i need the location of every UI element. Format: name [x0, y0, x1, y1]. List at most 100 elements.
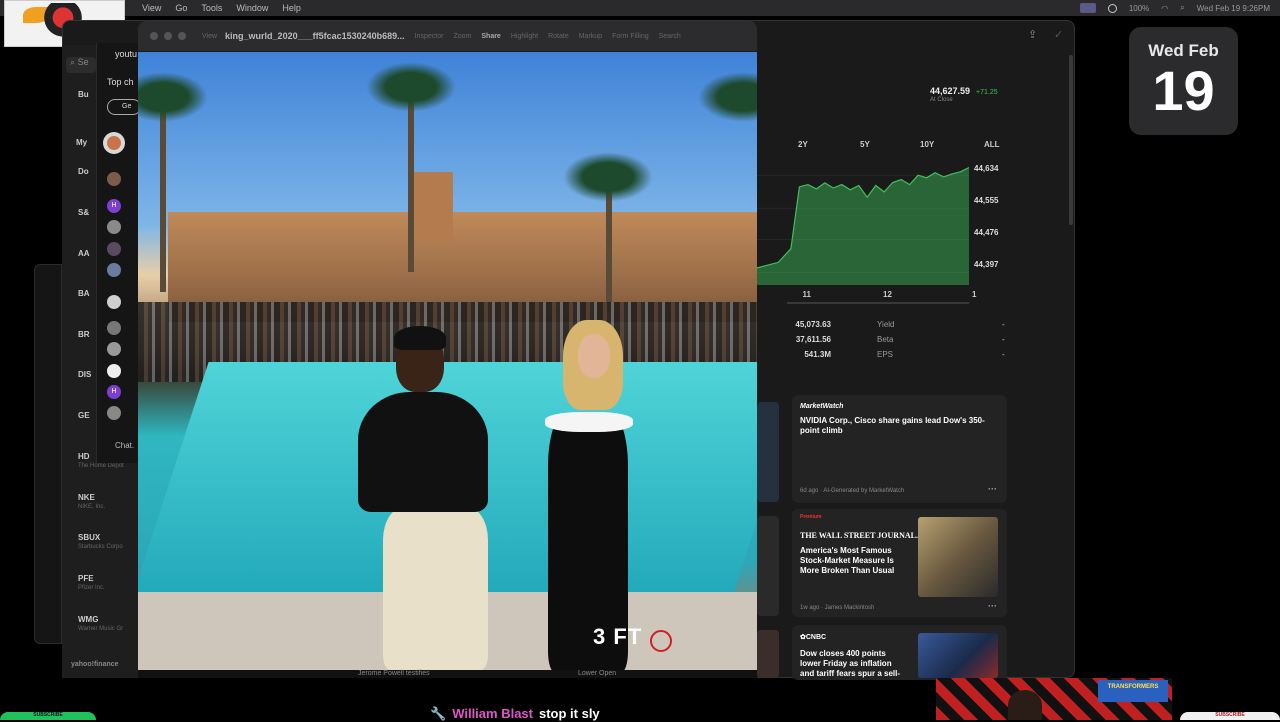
subscribe-pill-right[interactable]: SUBSCRIBE [1180, 712, 1280, 720]
menu-help[interactable]: Help [282, 3, 301, 13]
photo-person-left [338, 326, 508, 672]
more-options-icon[interactable]: ··· [988, 601, 997, 611]
menu-status-area: 100% ◠ ⌕ Wed Feb 19 9:26PM [1079, 0, 1270, 16]
price-chart[interactable]: 44,634 44,555 44,476 44,397 11 12 1 [757, 155, 1007, 305]
watchlist-item[interactable]: Do [78, 167, 89, 176]
watchlist-item-pfe[interactable]: PFE Pfizer Inc. [78, 574, 105, 591]
watchlist-item[interactable]: S& [78, 208, 89, 217]
watchlist-item[interactable]: AA [78, 249, 90, 258]
x-tick-label: 1 [972, 290, 977, 299]
toolbar-inspector-button[interactable]: Inspector [415, 33, 444, 40]
more-options-icon[interactable]: ··· [988, 484, 997, 494]
close-window-button[interactable] [150, 32, 158, 40]
quote-value: 44,627.59 [930, 86, 971, 96]
webcam-overlay: TRANSFORMERS [936, 678, 1172, 720]
news-source: THE WALL STREET JOURNAL. [800, 531, 918, 540]
news-card[interactable]: MarketWatch NVIDIA Corp., Cisco share ga… [792, 395, 1007, 503]
date-widget-day: 19 [1152, 59, 1215, 122]
webcam-poster: TRANSFORMERS [1098, 680, 1168, 702]
chat-avatar [107, 406, 121, 420]
toolbar-view-button[interactable]: View [202, 33, 217, 40]
share-icon[interactable]: ⇪ [1028, 28, 1037, 41]
menu-view[interactable]: View [142, 3, 161, 13]
watchlist-item[interactable]: BA [78, 289, 90, 298]
range-tab-all[interactable]: ALL [984, 140, 1000, 149]
menu-clock[interactable]: Wed Feb 19 9:26PM [1197, 4, 1270, 13]
menu-go[interactable]: Go [175, 3, 187, 13]
menu-bar: View Go Tools Window Help 100% ◠ ⌕ Wed F… [0, 0, 1280, 16]
strip-headline-right[interactable]: Lower Open [578, 670, 616, 677]
news-card-partial[interactable] [757, 630, 779, 678]
news-thumbnail [918, 633, 998, 678]
photo-palm-fronds [366, 62, 456, 112]
news-headline: point climb [800, 426, 843, 435]
toolbar-search-button[interactable]: Search [659, 33, 681, 40]
range-tab-10y[interactable]: 10Y [920, 140, 934, 149]
news-card-partial[interactable] [757, 516, 779, 616]
news-headline: America's Most Famous [800, 546, 892, 555]
watchlist-item-wmg[interactable]: WMG Warner Music Gr [78, 615, 123, 632]
y-tick-label: 44,397 [974, 260, 999, 269]
stat-dash: - [1002, 335, 1005, 344]
quote-change: +71.25 [976, 89, 998, 96]
chat-mode-label[interactable]: Top ch [107, 77, 134, 87]
range-tab-2y[interactable]: 2Y [798, 140, 808, 149]
screen-icon[interactable] [1079, 3, 1096, 13]
minimize-window-button[interactable] [164, 32, 172, 40]
news-card[interactable]: ✿CNBC Dow closes 400 points lower Friday… [792, 625, 1007, 680]
watchlist-item[interactable]: BR [78, 330, 90, 339]
wifi-icon[interactable]: ◠ [1161, 4, 1168, 13]
chat-avatar [107, 220, 121, 234]
toolbar-markup-button[interactable]: Markup [579, 33, 602, 40]
watchlist-item[interactable]: My [76, 138, 87, 147]
range-tab-5y[interactable]: 5Y [860, 140, 870, 149]
watchlist-item-sbux[interactable]: SBUX Starbucks Corpo [78, 533, 123, 550]
news-meta: 6d ago · AI-Generated by MarketWatch [800, 488, 905, 494]
chat-avatar [107, 364, 121, 378]
checkmark-icon[interactable]: ✓ [1054, 28, 1063, 41]
date-widget[interactable]: Wed Feb 19 [1129, 27, 1238, 135]
date-widget-weekday: Wed Feb [1148, 41, 1219, 60]
subscribe-pill-left[interactable]: SUBSCRIBE [0, 712, 96, 720]
search-icon[interactable]: ⌕ [1180, 3, 1184, 13]
news-headline: Stock-Market Measure Is [800, 556, 894, 565]
chat-message: stop it sly [538, 706, 600, 721]
toolbar-share-button[interactable]: Share [481, 33, 500, 40]
stocks-scrollbar[interactable] [1069, 55, 1073, 225]
strip-headline-left[interactable]: Jerome Powell testifies [358, 670, 430, 677]
stat-dash: - [1002, 320, 1005, 329]
news-card-partial[interactable] [757, 402, 779, 502]
stat-key: Beta [877, 335, 894, 344]
x-tick-label: 11 [802, 290, 811, 299]
news-strip-under-photo: Jerome Powell testifies Lower Open [138, 670, 757, 678]
watchlist-item-nke[interactable]: NKE NIKE, Inc. [78, 493, 105, 510]
news-source: MarketWatch [800, 403, 844, 410]
chat-avatar [107, 342, 121, 356]
stats-row: 45,073.63 Yield - [757, 320, 1007, 335]
menu-tools[interactable]: Tools [201, 3, 222, 13]
stat-key: EPS [877, 350, 894, 359]
toolbar-rotate-button[interactable]: Rotate [548, 33, 569, 40]
quote-status: At Close [930, 97, 953, 103]
chat-input-placeholder[interactable]: Chat. [115, 441, 134, 450]
news-headline: and tariff fears spur a sell- [800, 669, 901, 678]
news-thumbnail [918, 517, 998, 597]
yahoo-finance-logo: yahoo!finance [71, 661, 119, 668]
watchlist-item[interactable]: Bu [78, 90, 89, 99]
y-tick-label: 44,476 [974, 228, 999, 237]
sidebar-search-input[interactable]: ⌕ Se [66, 57, 96, 73]
no-diving-icon [650, 630, 672, 652]
news-card[interactable]: Premium THE WALL STREET JOURNAL. America… [792, 509, 1007, 617]
watchlist-item[interactable]: DIS [78, 370, 91, 379]
preview-photo[interactable]: 3 FT [138, 52, 757, 672]
circle-icon[interactable] [1107, 3, 1117, 13]
chat-chip-button[interactable]: Ge [107, 99, 141, 115]
toolbar-zoom-button[interactable]: Zoom [453, 33, 471, 40]
menu-window[interactable]: Window [236, 3, 268, 13]
zoom-window-button[interactable] [178, 32, 186, 40]
toolbar-form-filling-button[interactable]: Form Filling [612, 33, 649, 40]
watchlist-item[interactable]: GE [78, 411, 90, 420]
y-tick-label: 44,555 [974, 196, 999, 205]
toolbar-highlight-button[interactable]: Highlight [511, 33, 538, 40]
webcam-person [1008, 690, 1042, 720]
